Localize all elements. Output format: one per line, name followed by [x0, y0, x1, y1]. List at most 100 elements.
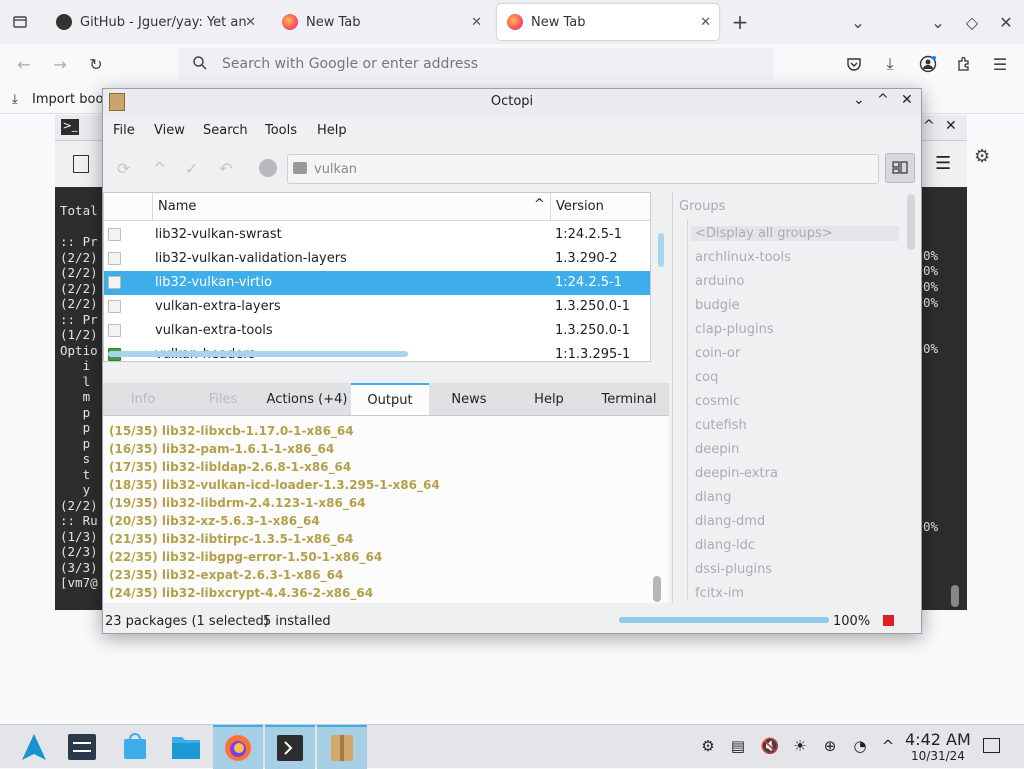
package-row[interactable]: vulkan-extra-tools 1.3.250.0-1 [104, 319, 650, 343]
extensions-icon[interactable] [952, 52, 976, 76]
group-item[interactable]: deepin-extra [695, 466, 778, 481]
package-row[interactable]: lib32-vulkan-validation-layers 1.3.290-2 [104, 247, 650, 271]
terminal-taskbar-item[interactable] [265, 725, 315, 769]
tab-list-icon[interactable] [8, 10, 32, 34]
show-desktop-icon[interactable] [983, 738, 1000, 753]
terminal-progress-percent: 0% [923, 519, 939, 534]
package-search-input[interactable]: vulkan [287, 154, 879, 184]
group-item[interactable]: budgie [695, 298, 740, 313]
horizontal-scrollbar[interactable] [108, 351, 408, 357]
system-upgrade-icon[interactable]: ^ [153, 159, 166, 178]
tab-terminal[interactable]: Terminal [589, 383, 669, 415]
clipboard-icon[interactable]: ▤ [728, 737, 748, 755]
file-manager-icon[interactable] [161, 725, 211, 769]
group-item[interactable]: dlang-ldc [695, 538, 755, 553]
clock-date[interactable]: 10/31/24 [911, 749, 965, 763]
app-launcher-arch-icon[interactable] [9, 725, 59, 769]
downloads-icon[interactable]: ⤓ [878, 52, 902, 76]
tab-news[interactable]: News [429, 383, 509, 415]
group-item[interactable]: dlang-dmd [695, 514, 765, 529]
menu-file[interactable]: File [113, 123, 135, 138]
package-row[interactable]: vulkan-extra-layers 1.3.250.0-1 [104, 295, 650, 319]
commit-icon[interactable]: ✓ [185, 159, 198, 178]
tab-info[interactable]: Info [103, 383, 183, 415]
group-item[interactable]: dssi-plugins [695, 562, 772, 577]
sync-database-icon[interactable]: ⟳ [117, 159, 130, 178]
group-item[interactable]: coin-or [695, 346, 740, 361]
group-item[interactable]: archlinux-tools [695, 250, 791, 265]
column-version[interactable]: Version [556, 199, 604, 214]
forward-icon[interactable]: → [48, 52, 72, 76]
column-name[interactable]: Name [158, 199, 196, 214]
menu-tools[interactable]: Tools [265, 123, 297, 138]
list-all-tabs-icon[interactable]: ⌄ [846, 10, 870, 34]
vertical-scrollbar[interactable] [658, 233, 664, 267]
maximize-icon[interactable]: ^ [923, 118, 935, 134]
account-icon[interactable] [916, 52, 940, 76]
volume-muted-icon[interactable]: 🔇 [760, 737, 780, 755]
aur-alien-icon[interactable] [259, 159, 277, 177]
menu-help[interactable]: Help [317, 123, 347, 138]
group-item[interactable]: arduino [695, 274, 744, 289]
back-icon[interactable]: ← [12, 52, 36, 76]
close-icon[interactable]: ✕ [994, 10, 1018, 34]
menu-view[interactable]: View [154, 123, 185, 138]
group-item[interactable]: cosmic [695, 394, 740, 409]
network-icon[interactable]: ⊕ [820, 737, 840, 755]
group-item[interactable]: deepin [695, 442, 739, 457]
group-item[interactable]: coq [695, 370, 718, 385]
brightness-icon[interactable]: ☀ [790, 737, 810, 755]
group-item[interactable]: cutefish [695, 418, 747, 433]
stop-button[interactable] [883, 615, 894, 626]
octopi-taskbar-item[interactable] [317, 725, 367, 769]
clock-time[interactable]: 4:42 AM [905, 730, 971, 749]
new-tab-icon[interactable] [73, 155, 89, 173]
terminal-line: Optio [60, 342, 98, 358]
package-row[interactable]: lib32-vulkan-swrast 1:24.2.5-1 [104, 223, 650, 247]
package-row[interactable]: lib32-vulkan-virtio 1:24.2.5-1 [104, 271, 650, 295]
output-line: (16/35) lib32-pam-1.6.1-1-x86_64 [109, 442, 335, 456]
browser-tab-newtab-1[interactable]: New Tab ✕ [272, 4, 490, 40]
update-notifier-icon[interactable]: ◔ [850, 737, 870, 755]
new-tab-button[interactable]: + [728, 10, 752, 34]
minimize-icon[interactable]: ⌄ [926, 10, 950, 34]
import-bookmarks-link[interactable]: Import boo [32, 92, 103, 107]
minimize-icon[interactable]: ⌄ [853, 92, 865, 108]
group-item[interactable]: fcitx-im [695, 586, 744, 601]
terminal-progress-percent: 0% [923, 248, 939, 263]
maximize-icon[interactable]: ^ [877, 92, 889, 108]
reload-icon[interactable]: ↻ [84, 52, 108, 76]
menu-icon[interactable]: ☰ [988, 52, 1012, 76]
gear-icon[interactable]: ⚙ [974, 146, 990, 167]
close-icon[interactable]: ✕ [901, 92, 913, 108]
hamburger-menu-icon[interactable]: ☰ [935, 153, 951, 174]
tab-files[interactable]: Files [183, 383, 263, 415]
group-item[interactable]: dlang [695, 490, 731, 505]
maximize-icon[interactable]: ◇ [960, 10, 984, 34]
rollback-icon[interactable]: ↶ [219, 159, 232, 178]
group-item[interactable]: <Display all groups> [691, 226, 899, 241]
tab-help[interactable]: Help [509, 383, 589, 415]
tab-output[interactable]: Output [351, 383, 429, 415]
terminal-scrollbar[interactable] [951, 585, 959, 607]
switch-view-button[interactable] [885, 153, 915, 183]
output-scrollbar[interactable] [653, 576, 661, 602]
group-item[interactable]: clap-plugins [695, 322, 774, 337]
discover-store-icon[interactable] [110, 725, 160, 769]
system-settings-icon[interactable] [57, 725, 107, 769]
close-icon[interactable]: ✕ [945, 118, 957, 134]
menu-search[interactable]: Search [203, 123, 248, 138]
address-bar[interactable]: Search with Google or enter address [178, 48, 774, 80]
close-tab-icon[interactable]: ✕ [700, 15, 711, 30]
pocket-icon[interactable] [842, 52, 866, 76]
groups-scrollbar[interactable] [907, 194, 915, 250]
close-tab-icon[interactable]: ✕ [471, 15, 482, 30]
firefox-taskbar-item[interactable] [213, 725, 263, 769]
package-version: 1:24.2.5-1 [555, 275, 622, 290]
browser-tab-github[interactable]: GitHub - Jguer/yay: Yet an ✕ [46, 4, 264, 40]
close-tab-icon[interactable]: ✕ [245, 15, 256, 30]
show-hidden-icons-icon[interactable]: ^ [878, 737, 898, 755]
browser-tab-newtab-2[interactable]: New Tab ✕ [497, 4, 719, 40]
network-share-icon[interactable]: ⚙ [698, 737, 718, 755]
tab-actions-4[interactable]: Actions (+4) [263, 383, 351, 415]
